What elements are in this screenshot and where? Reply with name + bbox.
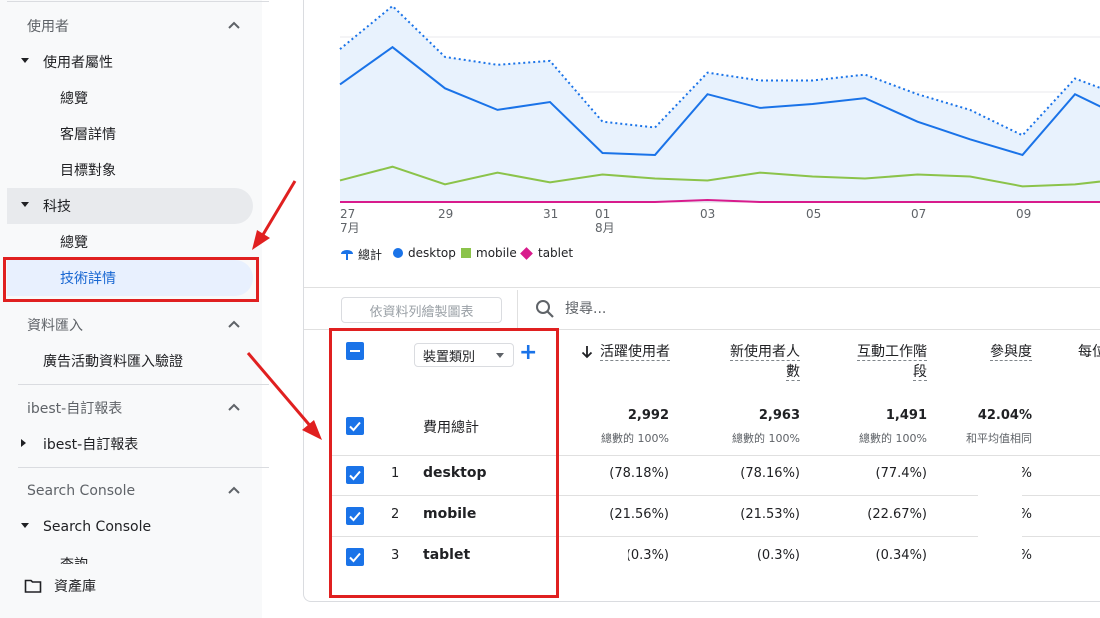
annotation-arrows [246, 180, 322, 440]
red-arrow-icon [246, 352, 322, 440]
red-arrow-icon [252, 180, 297, 250]
